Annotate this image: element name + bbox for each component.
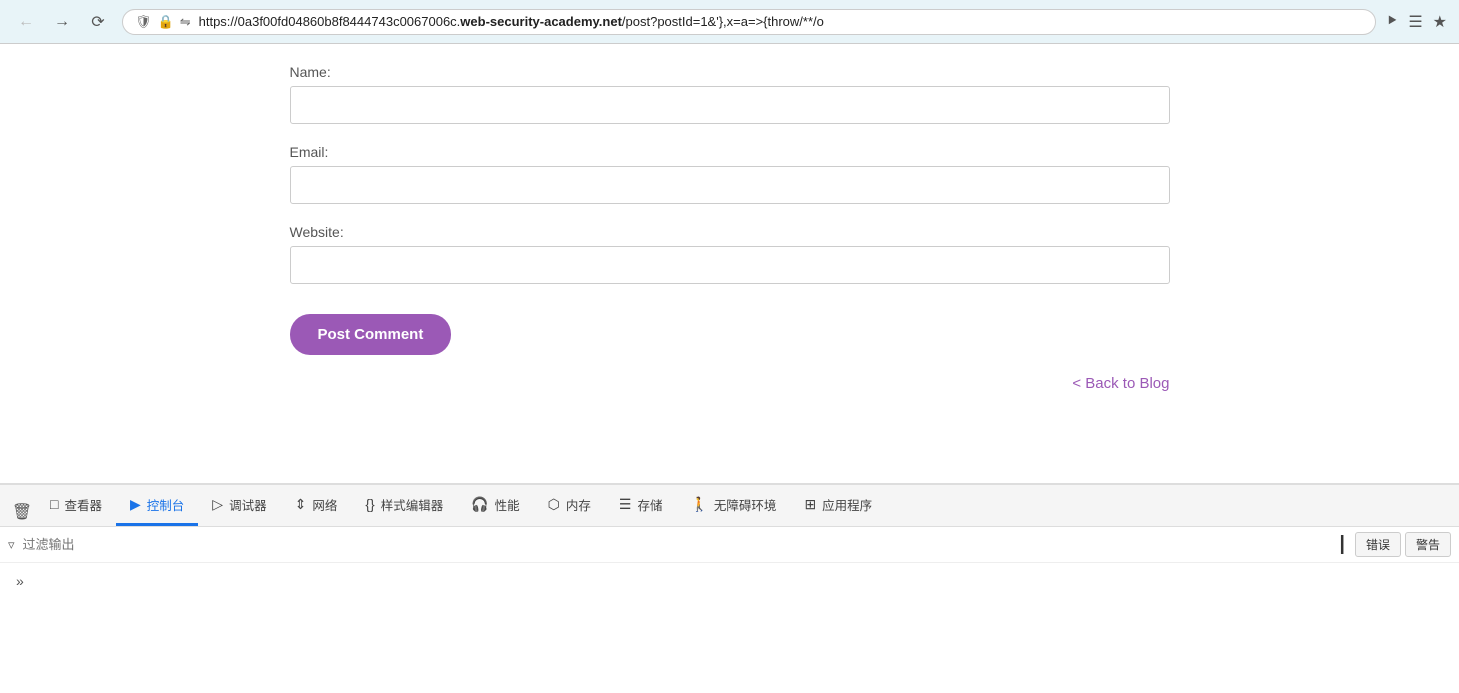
email-label: Email: bbox=[290, 144, 1170, 160]
tab-storage-label: 存储 bbox=[637, 495, 662, 514]
reload-button[interactable]: ⟳ bbox=[84, 8, 112, 36]
warning-filter-button[interactable]: 警告 bbox=[1405, 532, 1451, 557]
email-input[interactable] bbox=[290, 166, 1170, 204]
name-input[interactable] bbox=[290, 86, 1170, 124]
debugger-icon: ▷ bbox=[212, 496, 223, 513]
filter-input[interactable] bbox=[23, 537, 1330, 552]
website-field-group: Website: bbox=[290, 224, 1170, 284]
tab-inspector[interactable]: □ 查看器 bbox=[36, 485, 116, 526]
tab-inspector-label: 查看器 bbox=[64, 495, 102, 514]
tab-application-label: 应用程序 bbox=[822, 495, 872, 514]
post-comment-button[interactable]: Post Comment bbox=[290, 314, 452, 355]
redirect-icon: ⇋ bbox=[180, 14, 191, 30]
extensions-icon[interactable]: ⯈ bbox=[1386, 13, 1399, 31]
tab-application[interactable]: ⊞ 应用程序 bbox=[790, 485, 886, 526]
application-icon: ⊞ bbox=[804, 496, 816, 513]
storage-icon: ☰ bbox=[619, 496, 632, 513]
address-bar[interactable]: 🛡 🔒 ⇋ https://0a3f00fd04860b8f8444743c00… bbox=[122, 9, 1376, 35]
tab-storage[interactable]: ☰ 存储 bbox=[605, 485, 677, 526]
tab-accessibility[interactable]: 🚶 无障碍环境 bbox=[676, 485, 790, 526]
name-field-group: Name: bbox=[290, 64, 1170, 124]
tab-memory[interactable]: ⬡ 内存 bbox=[534, 485, 605, 526]
devtools-toolbar: ▿ ┃ 错误 警告 bbox=[0, 527, 1459, 563]
url-suffix: /post?postId=1&'},x=a=>{throw/**/o bbox=[622, 14, 824, 29]
tab-console-label: 控制台 bbox=[147, 495, 185, 514]
tab-accessibility-label: 无障碍环境 bbox=[714, 495, 777, 514]
url-display: https://0a3f00fd04860b8f8444743c0067006c… bbox=[199, 14, 1363, 29]
tab-style-editor[interactable]: {} 样式编辑器 bbox=[351, 485, 457, 526]
name-label: Name: bbox=[290, 64, 1170, 80]
tab-style-editor-label: 样式编辑器 bbox=[381, 495, 444, 514]
cursor-indicator: ┃ bbox=[1337, 535, 1347, 555]
memory-icon: ⬡ bbox=[548, 496, 560, 513]
tab-network-label: 网络 bbox=[312, 495, 337, 514]
back-to-blog-container: < Back to Blog bbox=[290, 375, 1170, 393]
website-label: Website: bbox=[290, 224, 1170, 240]
tab-debugger[interactable]: ▷ 调试器 bbox=[198, 485, 280, 526]
nav-buttons: ← → ⟳ bbox=[12, 8, 112, 36]
tab-performance-label: 性能 bbox=[495, 495, 520, 514]
browser-actions: ⯈ ☰ ★ bbox=[1386, 12, 1448, 32]
main-content: Name: Email: Website: Post Comment < Bac… bbox=[0, 44, 1459, 483]
filter-icon: ▿ bbox=[8, 537, 15, 553]
network-icon: ⇕ bbox=[295, 496, 307, 513]
trash-button[interactable]: 🗑 bbox=[8, 498, 36, 526]
error-filter-button[interactable]: 错误 bbox=[1355, 532, 1401, 557]
shield-icon: 🛡 bbox=[135, 14, 152, 30]
tab-debugger-label: 调试器 bbox=[229, 495, 267, 514]
console-expand-button[interactable]: » bbox=[8, 569, 1451, 593]
forward-button[interactable]: → bbox=[48, 8, 76, 36]
tab-memory-label: 内存 bbox=[566, 495, 591, 514]
accessibility-icon: 🚶 bbox=[690, 496, 707, 513]
expand-arrows-icon: » bbox=[16, 573, 24, 589]
url-domain: web-security-academy.net bbox=[460, 14, 622, 29]
inspector-icon: □ bbox=[50, 496, 58, 512]
comment-form-container: Name: Email: Website: Post Comment < Bac… bbox=[290, 64, 1170, 393]
console-icon: ▶ bbox=[130, 496, 141, 513]
lock-icon: 🔒 bbox=[158, 14, 174, 30]
star-icon[interactable]: ★ bbox=[1433, 12, 1447, 32]
devtools-tabs: 🗑 □ 查看器 ▶ 控制台 ▷ 调试器 ⇕ 网络 {} 样式编辑器 🎧 性能 ⬡… bbox=[0, 485, 1459, 527]
bookmarks-icon[interactable]: ☰ bbox=[1408, 12, 1422, 32]
performance-icon: 🎧 bbox=[471, 496, 488, 513]
address-bar-icons: 🛡 🔒 ⇋ bbox=[135, 14, 191, 30]
browser-chrome: ← → ⟳ 🛡 🔒 ⇋ https://0a3f00fd04860b8f8444… bbox=[0, 0, 1459, 44]
website-input[interactable] bbox=[290, 246, 1170, 284]
style-editor-icon: {} bbox=[365, 496, 374, 512]
tab-network[interactable]: ⇕ 网络 bbox=[281, 485, 352, 526]
devtools-console: » bbox=[0, 563, 1459, 693]
tab-performance[interactable]: 🎧 性能 bbox=[457, 485, 533, 526]
devtools-panel: 🗑 □ 查看器 ▶ 控制台 ▷ 调试器 ⇕ 网络 {} 样式编辑器 🎧 性能 ⬡… bbox=[0, 483, 1459, 693]
tab-console[interactable]: ▶ 控制台 bbox=[116, 485, 198, 526]
back-button[interactable]: ← bbox=[12, 8, 40, 36]
email-field-group: Email: bbox=[290, 144, 1170, 204]
filter-buttons: 错误 警告 bbox=[1355, 532, 1451, 557]
url-prefix: https://0a3f00fd04860b8f8444743c0067006c… bbox=[199, 14, 461, 29]
back-to-blog-link[interactable]: < Back to Blog bbox=[1072, 375, 1169, 392]
